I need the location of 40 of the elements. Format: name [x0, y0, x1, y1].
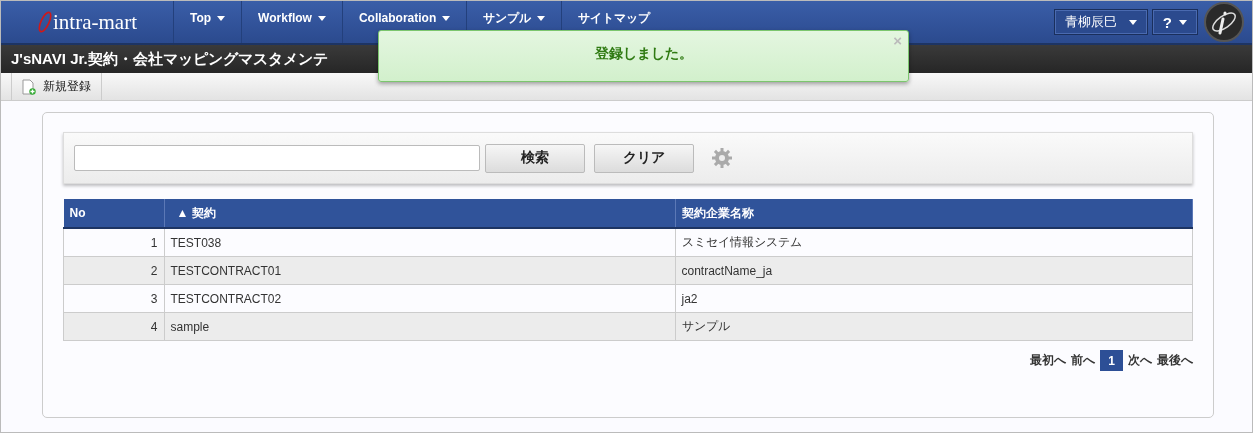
column-header[interactable]: No [63, 199, 164, 228]
nav-menu-item[interactable]: Workflow [241, 1, 342, 43]
caret-icon [1128, 19, 1137, 25]
clear-button[interactable]: クリア [594, 143, 694, 173]
caret-icon [217, 15, 226, 21]
table-cell: sample [164, 312, 675, 341]
table-cell: 2 [63, 256, 164, 285]
search-field[interactable] [74, 145, 480, 171]
table-cell: TESTCONTRACT01 [164, 256, 675, 285]
new-document-icon [22, 78, 36, 95]
caret-icon [442, 15, 451, 21]
new-register-button[interactable]: 新規登録 [11, 73, 102, 100]
table-cell: 3 [63, 284, 164, 313]
table-cell: スミセイ情報システム [675, 228, 1193, 257]
table-cell: 1 [63, 228, 164, 257]
help-menu-button[interactable]: ? [1151, 9, 1198, 35]
settings-icon[interactable] [711, 147, 733, 169]
first-page-link[interactable]: 最初へ [1030, 352, 1066, 369]
caret-icon [1179, 19, 1187, 25]
caret-icon [317, 15, 326, 21]
page-button[interactable]: 1 [1100, 350, 1123, 371]
column-header[interactable]: 契約企業名称 [675, 199, 1193, 228]
table-cell: 4 [63, 312, 164, 341]
next-page-link[interactable]: 次へ [1128, 352, 1152, 369]
search-button[interactable]: 検索 [485, 143, 585, 173]
table-cell: ja2 [675, 284, 1193, 313]
previous-page-link[interactable]: 前へ [1071, 352, 1095, 369]
table-cell: TEST038 [164, 228, 675, 257]
user-menu-button[interactable]: 青柳辰巳 [1053, 9, 1148, 35]
intra-mart-logo[interactable]: intra-mart [1, 1, 173, 43]
column-header[interactable]: ▲ 契約 [164, 199, 675, 228]
last-page-link[interactable]: 最後へ [1157, 352, 1193, 369]
table-cell: contractName_ja [675, 256, 1193, 285]
table-cell: TESTCONTRACT02 [164, 284, 675, 313]
nav-menu-item[interactable]: Top [173, 1, 242, 43]
info-logo-icon[interactable] [1204, 2, 1244, 42]
page-title: J'sNAVI Jr.契約・会社マッピングマスタメンテ [11, 49, 328, 69]
caret-icon [537, 15, 546, 21]
toast-message: 登録しました。 [594, 45, 693, 63]
table-cell: サンプル [675, 312, 1193, 341]
